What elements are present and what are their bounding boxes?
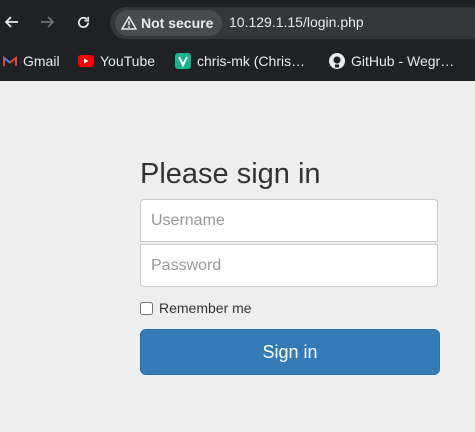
sign-in-button[interactable]: Sign in bbox=[140, 329, 440, 375]
remember-checkbox[interactable] bbox=[140, 301, 153, 315]
bookmark-youtube[interactable]: YouTube bbox=[78, 51, 155, 71]
arrow-right-icon bbox=[41, 16, 54, 28]
username-input[interactable] bbox=[140, 199, 438, 242]
security-label: Not secure bbox=[141, 15, 214, 31]
password-input[interactable] bbox=[140, 244, 438, 287]
bookmark-github[interactable]: GitHub - Wegr… bbox=[329, 51, 454, 71]
browser-chrome: Not secure 10.129.1.15/login.php Gmail Y… bbox=[0, 0, 475, 81]
reload-button[interactable] bbox=[73, 12, 93, 32]
remember-label: Remember me bbox=[159, 300, 252, 316]
security-chip[interactable]: Not secure bbox=[115, 10, 223, 36]
youtube-icon bbox=[78, 55, 94, 67]
gmail-icon bbox=[3, 55, 17, 66]
arrow-left-icon bbox=[5, 16, 18, 28]
bookmarks-bar: Gmail YouTube chris-mk (Chris… GitHub - … bbox=[0, 47, 475, 75]
remember-me[interactable]: Remember me bbox=[140, 300, 252, 316]
page-title: Please sign in bbox=[140, 158, 321, 190]
github-icon bbox=[329, 53, 345, 69]
warning-icon bbox=[121, 16, 137, 30]
url-text[interactable]: 10.129.1.15/login.php bbox=[229, 14, 364, 30]
back-button[interactable] bbox=[2, 12, 22, 32]
forward-button[interactable] bbox=[37, 12, 57, 32]
login-page: Please sign in Remember me Sign in bbox=[0, 81, 475, 432]
v-icon bbox=[175, 53, 191, 69]
bookmark-gmail[interactable]: Gmail bbox=[3, 51, 60, 71]
bookmark-chris-mk[interactable]: chris-mk (Chris… bbox=[175, 51, 305, 71]
reload-icon bbox=[77, 16, 89, 28]
